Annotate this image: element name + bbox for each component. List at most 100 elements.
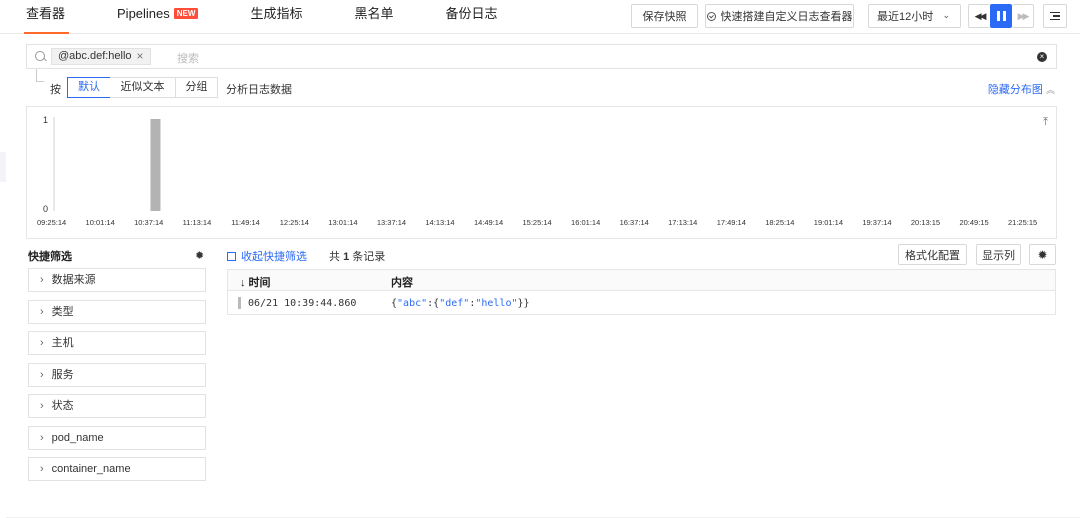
x-tick-label: 13:01:14: [328, 218, 357, 227]
x-tick-label: 16:37:14: [620, 218, 649, 227]
x-tick-label: 14:49:14: [474, 218, 503, 227]
search-bar[interactable]: @abc.def:hello × 搜索 ×: [26, 44, 1057, 69]
count-value: 1: [343, 251, 350, 263]
sidebar-collapse-icon: [227, 252, 236, 261]
x-tick-label: 17:13:14: [668, 218, 697, 227]
tab-label: 查看器: [26, 6, 66, 21]
y-tick-label: 0: [43, 204, 48, 214]
quick-filter-label: 状态: [51, 400, 74, 412]
gear-icon[interactable]: ✹: [195, 249, 204, 262]
analyze-log-data: 分析日志数据: [226, 84, 292, 96]
json-string: "def": [439, 298, 470, 309]
chevron-right-icon: ›: [40, 463, 44, 475]
table-header: ↓ 时间 内容: [228, 270, 1055, 291]
chevron-right-icon: ›: [40, 368, 44, 381]
quick-build-viewer-button[interactable]: 快速搭建自定义日志查看器: [705, 4, 854, 28]
distribution-chart-svg: 1 0 09:25:14 10:01:14 10:37:14 11:13:14 11:49:…: [37, 115, 1037, 227]
rewind-icon: ◀◀: [974, 10, 987, 21]
format-config-button[interactable]: 格式化配置: [898, 244, 967, 265]
quick-filter-item[interactable]: › 状态: [28, 394, 206, 418]
group-by-label: 按: [50, 84, 61, 96]
table-row[interactable]: 06/21 10:39:44.860 {"abc":{"def":"hello"…: [228, 292, 1055, 315]
quick-filter-item[interactable]: › 主机: [28, 331, 206, 355]
tab-viewer[interactable]: 查看器: [0, 0, 91, 34]
export-icon[interactable]: ⤒: [1043, 116, 1048, 129]
row-status-bar: [238, 297, 241, 309]
hide-distribution-label: 隐藏分布图: [987, 84, 1043, 96]
quick-filter-title: 快捷筛选: [28, 251, 72, 263]
x-tick-label: 09:25:14: [37, 218, 66, 227]
tab-label: 黑名单: [354, 6, 394, 21]
close-icon[interactable]: ×: [137, 49, 144, 64]
quick-filter-item[interactable]: › 类型: [28, 299, 206, 324]
quick-filter-label: 类型: [51, 305, 74, 318]
clear-icon[interactable]: ×: [1037, 52, 1047, 62]
segment-default[interactable]: 默认: [67, 77, 111, 98]
x-tick-label: 20:13:15: [911, 218, 940, 227]
quick-filter-item[interactable]: › container_name: [28, 457, 206, 481]
x-tick-label: 15:25:14: [523, 218, 552, 227]
log-table: ↓ 时间 内容 06/21 10:39:44.860 {"abc":{"def"…: [227, 269, 1056, 315]
tab-blacklist[interactable]: 黑名单: [328, 0, 419, 34]
left-edge-strip: [0, 152, 6, 182]
quick-filter-label: 服务: [51, 368, 74, 381]
x-tick-label: 10:37:14: [134, 218, 163, 227]
quick-filter-label: 数据来源: [51, 274, 96, 286]
x-tick-label: 12:25:14: [280, 218, 309, 227]
tab-backup-logs[interactable]: 备份日志: [419, 0, 523, 34]
pause-button[interactable]: [990, 4, 1012, 28]
x-tick-label: 18:25:14: [765, 218, 794, 227]
time-range-select[interactable]: 最近12小时 ⌄: [868, 4, 961, 28]
gear-icon: ✹: [1037, 247, 1048, 262]
row-content: {"abc":{"def":"hello"}}: [391, 298, 530, 309]
y-tick-label: 1: [43, 115, 48, 125]
quick-filter-item[interactable]: › 数据来源: [28, 268, 206, 292]
row-time: 06/21 10:39:44.860: [248, 298, 357, 309]
quick-filter-item[interactable]: › 服务: [28, 362, 206, 387]
column-content-header: 内容: [391, 277, 413, 289]
tab-pipelines[interactable]: Pipelines NEW: [91, 0, 224, 34]
json-string: "hello": [475, 298, 518, 309]
hide-distribution-link[interactable]: 隐藏分布图 ︽: [988, 81, 1055, 97]
count-suffix: 条记录: [352, 251, 386, 263]
column-time-header[interactable]: ↓ 时间: [240, 274, 271, 290]
quick-filter-label: container_name: [51, 463, 131, 475]
collapse-quick-filter-link[interactable]: 收起快捷筛选: [227, 248, 307, 264]
tab-label: Pipelines: [117, 6, 170, 21]
count-prefix: 共: [329, 251, 340, 263]
x-tick-label: 13:37:14: [377, 218, 406, 227]
new-badge: NEW: [173, 8, 199, 19]
fast-forward-button[interactable]: ▶▶: [1012, 4, 1034, 28]
quick-filter-item[interactable]: › pod_name: [28, 425, 206, 450]
chevron-right-icon: ›: [40, 431, 44, 444]
filter-chip[interactable]: @abc.def:hello ×: [51, 48, 151, 65]
x-tick-label: 19:37:14: [862, 218, 891, 227]
x-tick-label: 10:01:14: [86, 218, 115, 227]
x-tick-label: 16:01:14: [571, 218, 600, 227]
json-punctuation: }: [523, 298, 530, 309]
segment-similar-text[interactable]: 近似文本: [110, 77, 176, 98]
rewind-button[interactable]: ◀◀: [968, 4, 990, 28]
fast-forward-icon: ▶▶: [1017, 10, 1030, 21]
connector-line: [36, 69, 44, 82]
check-circle-icon: [706, 11, 716, 21]
show-columns-button[interactable]: 显示列: [976, 244, 1021, 265]
search-input[interactable]: 搜索: [177, 50, 199, 66]
x-tick-label: 11:13:14: [183, 218, 212, 227]
chevron-right-icon: ›: [40, 400, 44, 412]
tab-generate-metrics[interactable]: 生成指标: [224, 0, 328, 34]
time-range-value: 最近12小时: [877, 11, 934, 23]
menu-button[interactable]: [1043, 4, 1067, 28]
x-tick-label: 14:13:14: [425, 218, 454, 227]
x-tick-label: 21:25:15: [1008, 218, 1037, 227]
x-tick-label: 19:01:14: [814, 218, 843, 227]
segment-group[interactable]: 分组: [176, 77, 218, 98]
top-navigation: 查看器 Pipelines NEW 生成指标 黑名单 备份日志 保存快照 快速搭建…: [0, 0, 1080, 34]
settings-button[interactable]: ✹: [1029, 244, 1056, 265]
x-tick-label: 11:49:14: [231, 218, 260, 227]
x-tick-label: 17:49:14: [717, 218, 746, 227]
filter-chip-label: @abc.def:hello: [58, 50, 132, 62]
chevron-right-icon: ›: [40, 337, 44, 349]
save-snapshot-button[interactable]: 保存快照: [631, 4, 698, 28]
pause-icon: [996, 11, 1006, 21]
